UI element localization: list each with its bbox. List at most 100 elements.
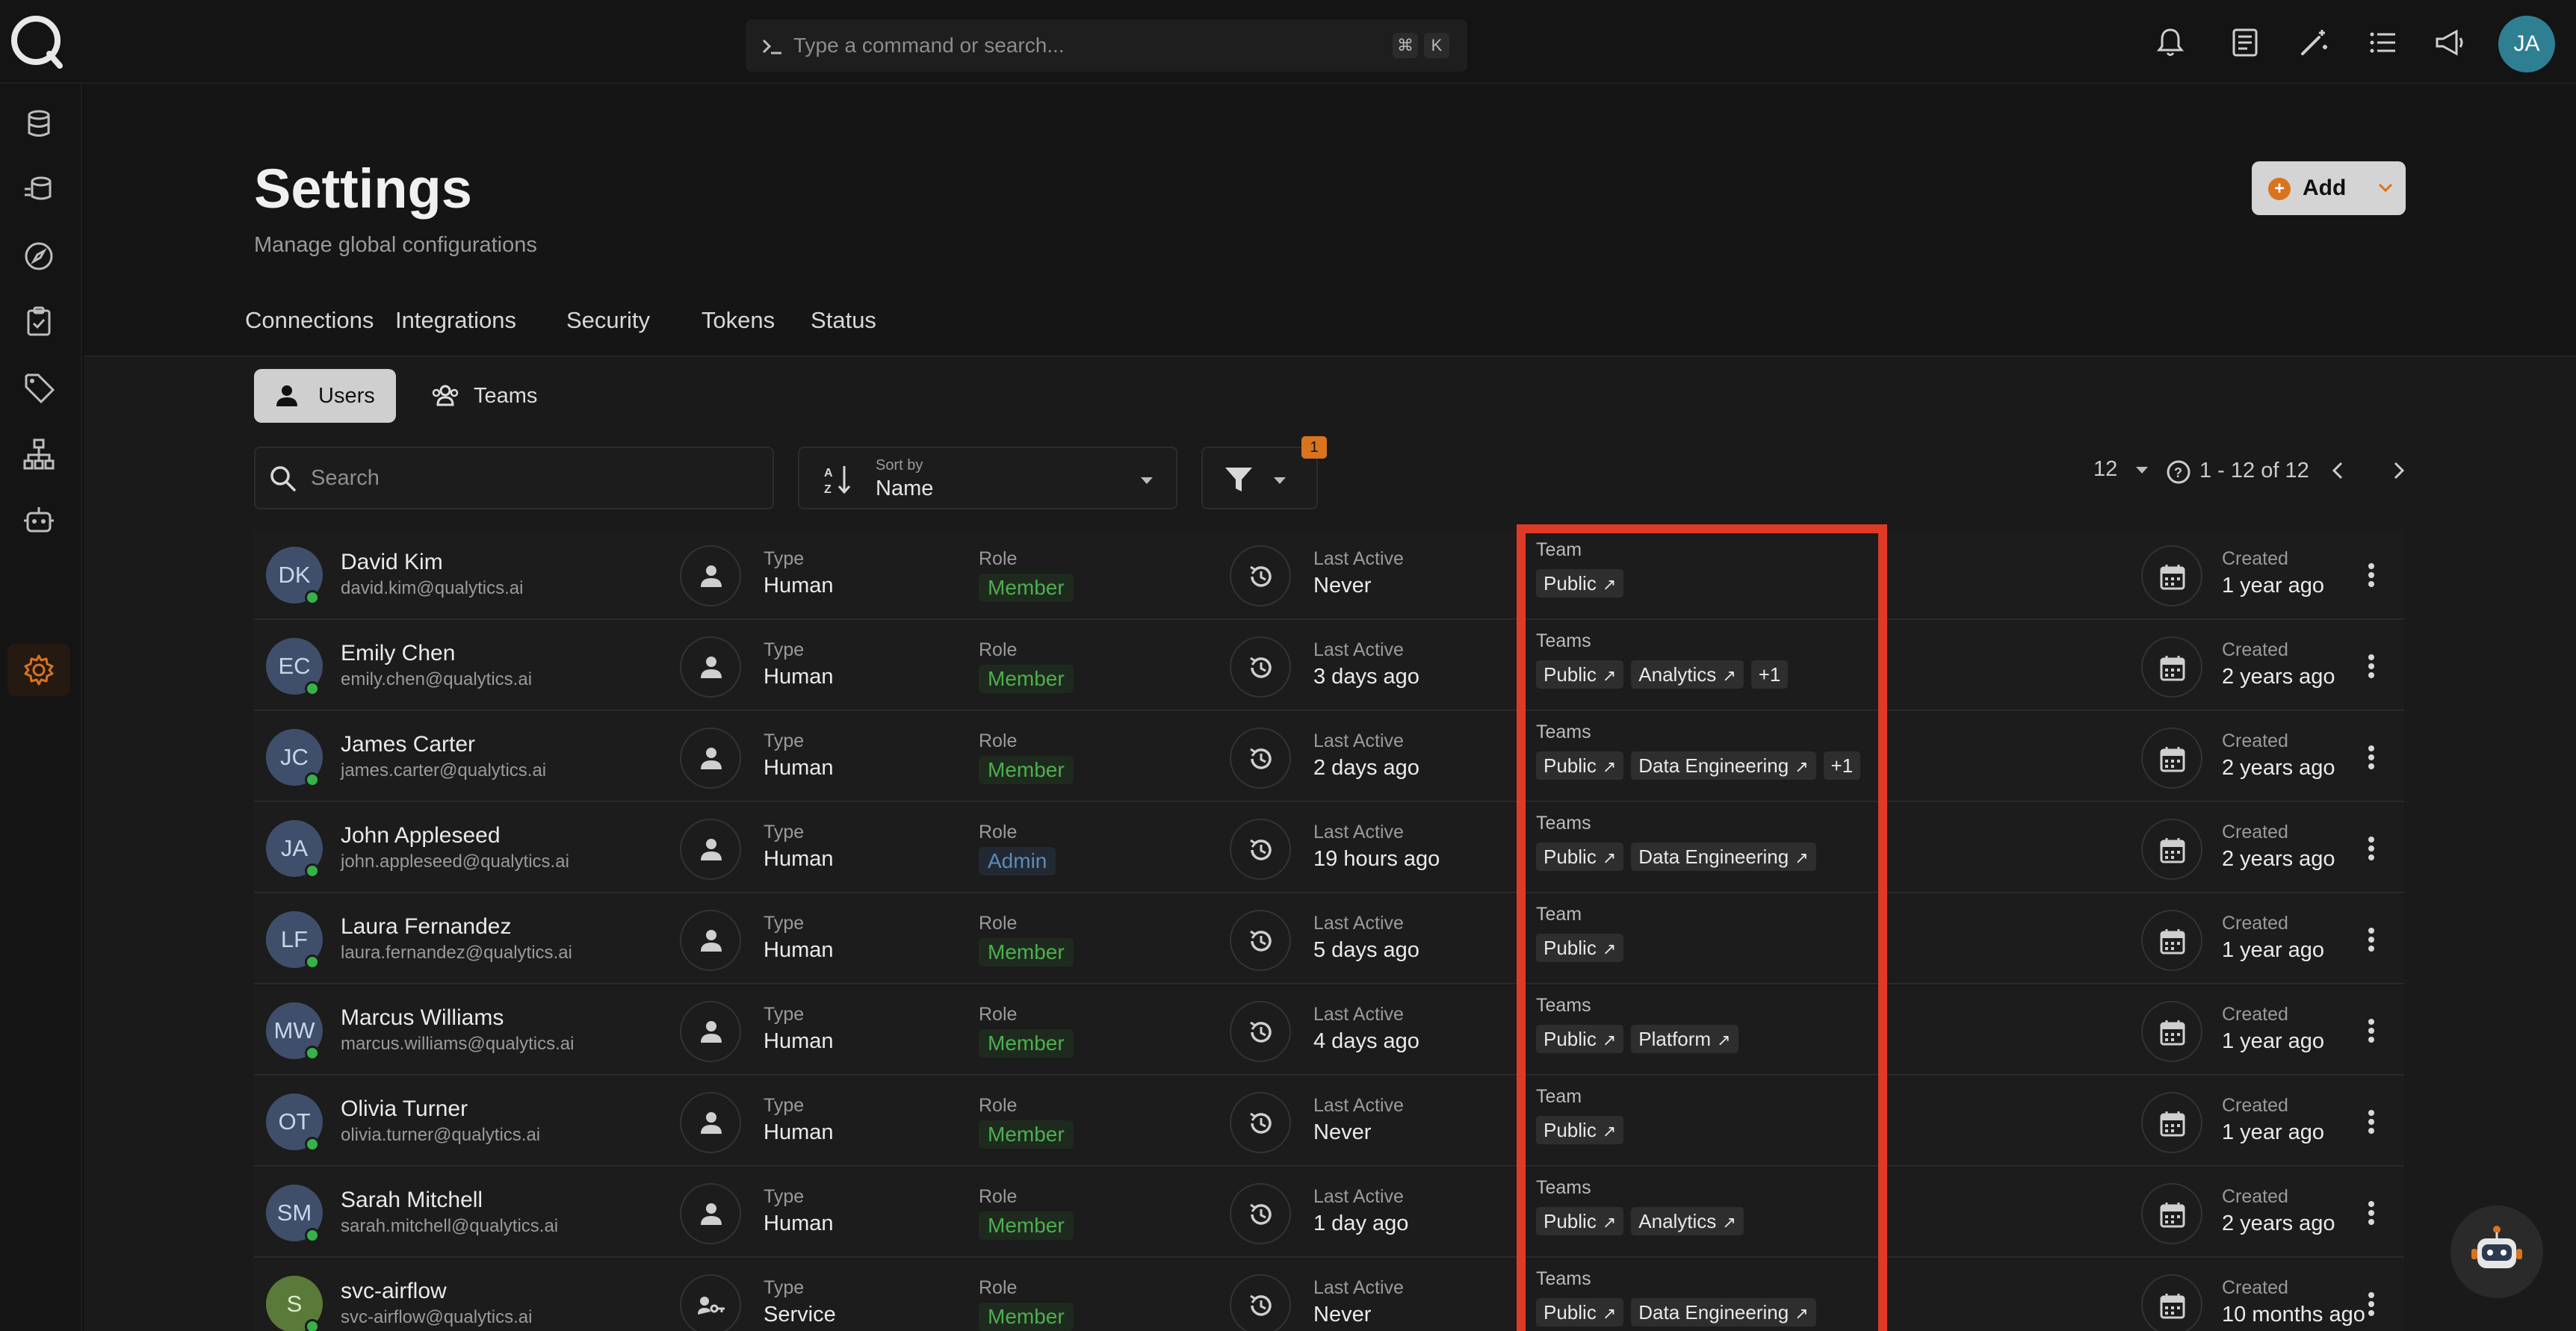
hierarchy-icon[interactable]	[22, 437, 56, 471]
tag-icon[interactable]	[22, 370, 56, 405]
list-icon[interactable]	[2365, 25, 2400, 60]
user-type: Human	[764, 665, 834, 689]
role-caption: Role	[979, 913, 1018, 934]
user-email: svc-airflow@qualytics.ai	[341, 1307, 533, 1327]
document-icon[interactable]	[2228, 25, 2262, 60]
role-badge: Member	[979, 938, 1074, 967]
tab-security[interactable]: Security	[542, 300, 674, 360]
datastores-icon[interactable]	[22, 173, 56, 207]
filter-button[interactable]	[1201, 447, 1318, 509]
tab-status[interactable]: Status	[802, 300, 885, 360]
role-caption: Role	[979, 548, 1018, 569]
table-row[interactable]: SM Sarah Mitchell sarah.mitchell@qualytics…	[254, 1168, 2404, 1258]
per-page-select[interactable]: 12	[2093, 457, 2117, 482]
last-active-value: 5 days ago	[1313, 938, 1419, 962]
table-row[interactable]: Ssvc-airflow svc-airflow@qualytics.ai Type…	[254, 1259, 2404, 1331]
compass-icon[interactable]	[22, 239, 56, 273]
last-active-icon-circle	[1230, 819, 1291, 880]
magic-wand-icon[interactable]	[2297, 25, 2331, 60]
type-icon-circle	[680, 1092, 741, 1153]
last-active-value: 2 days ago	[1313, 756, 1419, 780]
last-active-icon-circle	[1230, 1001, 1291, 1062]
user-name: Olivia Turner	[341, 1096, 468, 1121]
person-icon	[701, 839, 722, 860]
help-circle-icon[interactable]: ?	[2165, 459, 2192, 485]
role-badge: Member	[979, 1303, 1074, 1331]
more-vertical-icon[interactable]	[2355, 559, 2388, 592]
tab-label: Status	[811, 307, 876, 333]
tab-connections[interactable]: Connections	[245, 300, 374, 360]
table-row[interactable]: JA John Appleseed john.appleseed@qualytics…	[254, 804, 2404, 893]
qualytics-logo-icon[interactable]	[7, 12, 67, 72]
type-icon-circle	[680, 1001, 741, 1062]
type-caption: Type	[764, 913, 805, 934]
user-type: Human	[764, 1029, 834, 1053]
type-icon-circle	[680, 819, 741, 880]
robot-icon[interactable]	[22, 503, 56, 537]
search-input[interactable]	[311, 462, 759, 494]
table-row[interactable]: MW Marcus Williams marcus.williams@qualyti…	[254, 986, 2404, 1076]
more-vertical-icon[interactable]	[2355, 923, 2388, 956]
history-clock-icon	[1250, 1203, 1272, 1225]
created-caption: Created	[2222, 730, 2288, 751]
user-type: Human	[764, 1211, 834, 1235]
service-key-icon	[698, 1297, 725, 1315]
users-table: DK David Kim david.kim@qualytics.ai Type Hum…	[254, 530, 2404, 1331]
table-row[interactable]: DK David Kim david.kim@qualytics.ai Type Hum…	[254, 530, 2404, 620]
tab-tokens[interactable]: Tokens	[693, 300, 783, 360]
role-badge: Member	[979, 756, 1074, 784]
table-row[interactable]: JC James Carter james.carter@qualytics.ai T…	[254, 713, 2404, 802]
command-search-bar[interactable]: Type a command or search... ⌘ K	[746, 19, 1467, 72]
user-type: Human	[764, 938, 834, 962]
sort-dropdown[interactable]: A Z Sort by Name	[798, 447, 1177, 509]
person-icon	[701, 1203, 722, 1225]
last-active-value: Never	[1313, 574, 1372, 598]
terminal-prompt-icon	[762, 39, 781, 55]
user-avatar[interactable]: JA	[2498, 16, 2555, 72]
cmd-key-badge: ⌘	[1393, 33, 1418, 58]
checklist-icon[interactable]	[22, 305, 56, 339]
role-badge: Member	[979, 1029, 1074, 1058]
teams-toggle-button[interactable]: Teams	[412, 369, 562, 423]
created-caption: Created	[2222, 822, 2288, 843]
assistant-bot-button[interactable]	[2450, 1206, 2543, 1298]
user-name: Marcus Williams	[341, 1005, 504, 1030]
type-caption: Type	[764, 639, 805, 660]
users-toggle-button[interactable]: Users	[254, 369, 396, 423]
more-vertical-icon[interactable]	[2355, 741, 2388, 774]
online-status-dot	[305, 1046, 320, 1061]
sidebar	[0, 84, 82, 1331]
more-vertical-icon[interactable]	[2355, 650, 2388, 683]
type-caption: Type	[764, 1186, 805, 1207]
role-badge: Admin	[979, 847, 1056, 875]
user-email: john.appleseed@qualytics.ai	[341, 851, 569, 872]
add-button[interactable]: + Add	[2252, 161, 2406, 215]
history-clock-icon	[1250, 1294, 1272, 1316]
chevron-right-icon[interactable]	[2385, 457, 2412, 484]
more-vertical-icon[interactable]	[2355, 1105, 2388, 1138]
tab-integrations[interactable]: Integrations	[387, 300, 524, 360]
last-active-value: 1 day ago	[1313, 1211, 1409, 1235]
history-clock-icon	[1250, 1021, 1272, 1043]
sort-caption: Sort by	[876, 457, 923, 474]
type-icon-circle	[680, 727, 741, 789]
created-icon-circle	[2141, 1274, 2202, 1331]
database-icon[interactable]	[22, 107, 56, 141]
table-row[interactable]: LF Laura Fernandez laura.fernandez@qualyti…	[254, 895, 2404, 984]
created-icon-circle	[2141, 727, 2202, 789]
created-caption: Created	[2222, 913, 2288, 934]
more-vertical-icon[interactable]	[2355, 1197, 2388, 1229]
table-row[interactable]: EC Emily Chen emily.chen@qualytics.ai Type H…	[254, 621, 2404, 711]
bell-icon[interactable]	[2153, 25, 2188, 60]
more-vertical-icon[interactable]	[2355, 832, 2388, 865]
search-box	[254, 447, 774, 509]
settings-gear-icon[interactable]	[22, 653, 56, 687]
created-icon-circle	[2141, 1001, 2202, 1062]
chevron-left-icon[interactable]	[2325, 457, 2352, 484]
more-vertical-icon[interactable]	[2355, 1014, 2388, 1047]
caret-down-icon[interactable]	[2131, 459, 2153, 481]
table-row[interactable]: OT Olivia Turner olivia.turner@qualytics.a…	[254, 1077, 2404, 1167]
more-vertical-icon[interactable]	[2355, 1288, 2388, 1321]
last-active-icon-circle	[1230, 1092, 1291, 1153]
megaphone-icon[interactable]	[2433, 25, 2467, 60]
